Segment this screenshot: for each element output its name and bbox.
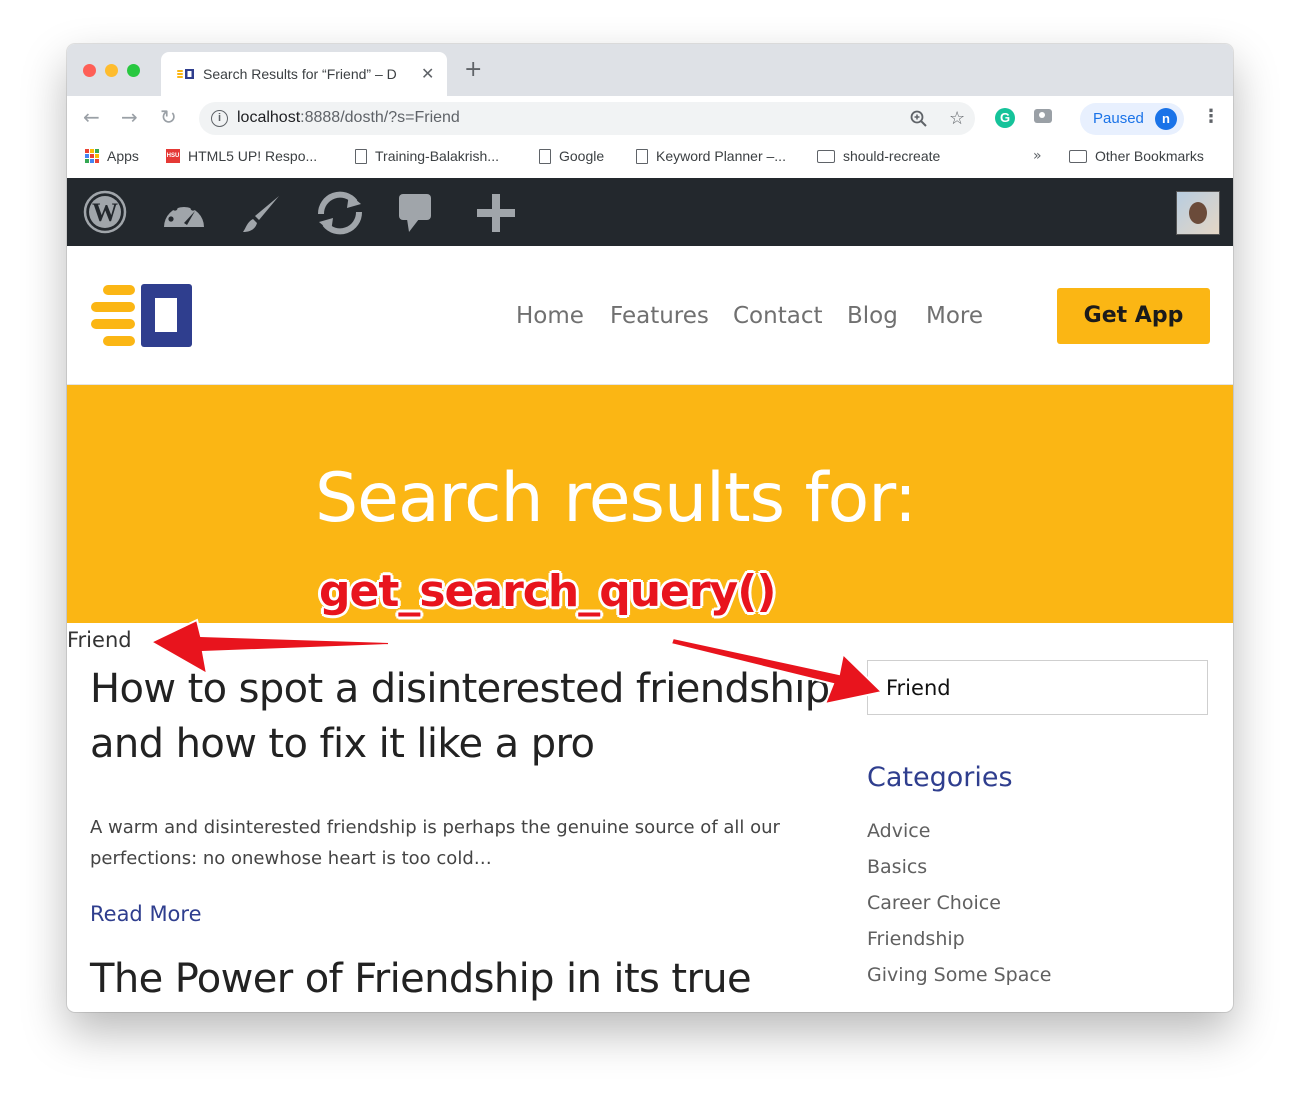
wordpress-logo-icon[interactable]: W (83, 190, 127, 234)
user-avatar[interactable] (1176, 191, 1220, 235)
category-link[interactable]: Advice (867, 820, 930, 842)
get-app-button[interactable]: Get App (1057, 288, 1210, 344)
search-query-output: Friend (67, 628, 132, 652)
browser-toolbar: ← → ↻ i localhost:8888/dosth/?s=Friend ☆… (67, 96, 1233, 140)
hsu-favicon-icon: HSU (166, 149, 180, 163)
page-icon (539, 148, 551, 164)
maximize-window-button[interactable] (127, 64, 140, 77)
annotation-code-label: get_search_query() (319, 566, 776, 617)
tab-title: Search Results for “Friend” – D (203, 66, 397, 82)
site-info-icon[interactable]: i (211, 110, 228, 127)
dashboard-icon[interactable] (161, 193, 207, 233)
nav-link-more[interactable]: More (926, 303, 983, 329)
minimize-window-button[interactable] (105, 64, 118, 77)
wp-admin-bar: W (67, 178, 1233, 246)
tab-strip: Search Results for “Friend” – D ✕ + (67, 44, 1233, 96)
read-more-link[interactable]: Read More (90, 902, 202, 926)
browser-menu-icon[interactable]: ⋮ (1202, 106, 1220, 127)
category-link[interactable]: Basics (867, 856, 927, 878)
bookmark-apps[interactable]: Apps (85, 148, 139, 164)
url-path: :8888/dosth/?s=Friend (300, 109, 460, 126)
new-tab-button[interactable]: + (464, 59, 482, 81)
categories-heading: Categories (867, 762, 1013, 793)
bookmark-folder-should-recreate[interactable]: should-recreate (817, 148, 940, 164)
address-bar[interactable]: i localhost:8888/dosth/?s=Friend ☆ (199, 102, 975, 135)
nav-link-features[interactable]: Features (610, 303, 709, 329)
nav-link-blog[interactable]: Blog (847, 303, 898, 329)
comments-icon[interactable] (397, 192, 433, 234)
bookmark-label: Apps (107, 148, 139, 164)
folder-icon (817, 149, 835, 163)
category-link[interactable]: Career Choice (867, 892, 1001, 914)
site-logo[interactable] (89, 283, 195, 349)
profile-button[interactable]: Paused n (1080, 103, 1184, 135)
bookmark-folder-other[interactable]: Other Bookmarks (1069, 148, 1204, 164)
profile-status: Paused (1093, 110, 1144, 127)
search-input-box[interactable] (867, 660, 1208, 715)
close-window-button[interactable] (83, 64, 96, 77)
search-input[interactable] (868, 661, 1186, 714)
grammarly-extension-icon[interactable]: G (995, 108, 1015, 128)
bookmark-label: Google (559, 148, 605, 164)
post-title[interactable]: The Power of Friendship in its true (90, 952, 830, 1007)
back-arrow-icon[interactable]: ← (83, 106, 100, 128)
bookmark-html5up[interactable]: HSU HTML5 UP! Respo... (166, 148, 317, 164)
updates-icon[interactable] (313, 190, 367, 236)
zoom-icon[interactable] (910, 110, 928, 128)
url-host: localhost (237, 109, 301, 126)
category-link[interactable]: Giving Some Space (867, 964, 1052, 986)
profile-avatar: n (1155, 108, 1177, 130)
url-text[interactable]: localhost:8888/dosth/?s=Friend (237, 109, 460, 127)
bookmark-label: Keyword Planner –... (656, 148, 786, 164)
tab-close-icon[interactable]: ✕ (421, 64, 434, 83)
bookmark-keyword-planner[interactable]: Keyword Planner –... (636, 148, 786, 164)
bookmark-training[interactable]: Training-Balakrish... (355, 148, 499, 164)
bookmark-label: HTML5 UP! Respo... (188, 148, 318, 164)
bookmark-label: Other Bookmarks (1095, 148, 1204, 164)
nav-link-home[interactable]: Home (516, 303, 584, 329)
page-icon (355, 148, 367, 164)
customize-brush-icon[interactable] (239, 192, 283, 236)
browser-tab-active[interactable]: Search Results for “Friend” – D ✕ (161, 52, 447, 96)
reload-icon[interactable]: ↻ (160, 106, 177, 128)
svg-text:W: W (92, 198, 118, 227)
bookmark-star-icon[interactable]: ☆ (949, 108, 965, 129)
site-favicon-icon (177, 69, 194, 79)
bookmark-label: Training-Balakrish... (375, 148, 499, 164)
apps-grid-icon (85, 149, 99, 163)
page-title: Search results for: (315, 459, 917, 538)
nav-link-contact[interactable]: Contact (733, 303, 822, 329)
bookmarks-overflow-icon[interactable]: » (1033, 148, 1042, 164)
camera-extension-icon[interactable] (1034, 109, 1052, 123)
category-link[interactable]: Friendship (867, 928, 965, 950)
post-title[interactable]: How to spot a disinterested friendship a… (90, 662, 830, 772)
bookmarks-bar: Apps HSU HTML5 UP! Respo... Training-Bal… (67, 140, 1233, 179)
folder-icon (1069, 149, 1087, 163)
page-icon (636, 148, 648, 164)
bookmark-google[interactable]: Google (539, 148, 604, 164)
forward-arrow-icon[interactable]: → (121, 106, 138, 128)
browser-window: Search Results for “Friend” – D ✕ + ← → … (67, 44, 1233, 1012)
new-content-icon[interactable] (475, 192, 517, 234)
post-excerpt: A warm and disinterested friendship is p… (90, 817, 780, 869)
site-header: Home Features Contact Blog More Get App (67, 246, 1233, 385)
bookmark-label: should-recreate (843, 148, 941, 164)
